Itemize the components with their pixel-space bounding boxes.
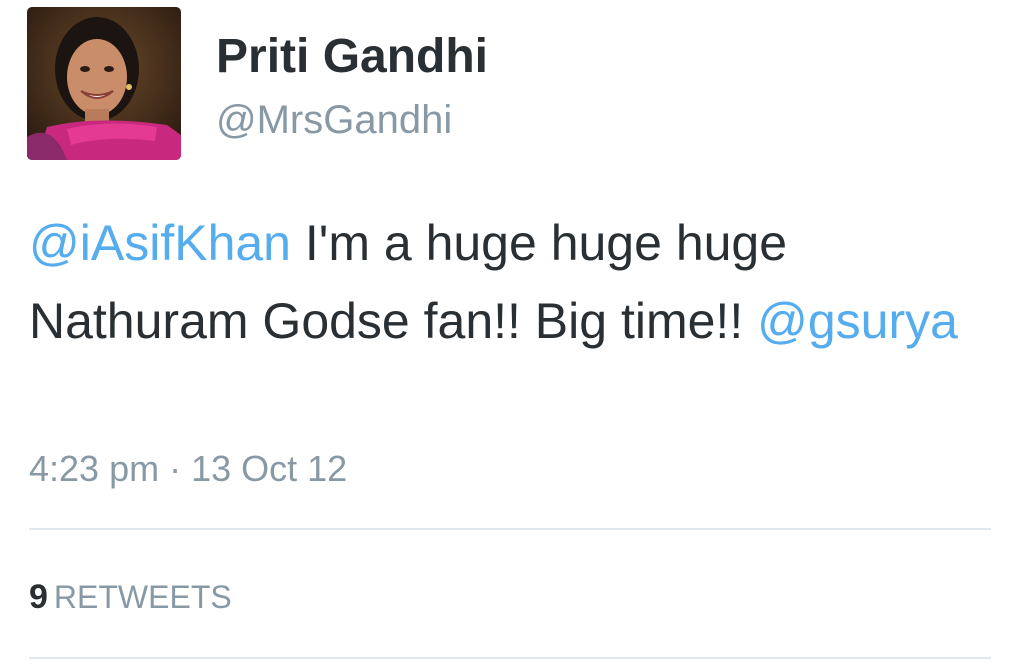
- divider: [29, 528, 991, 530]
- tweet-card: Priti Gandhi @MrsGandhi @iAsifKhan I'm a…: [0, 0, 1024, 670]
- divider: [29, 657, 991, 659]
- timestamp[interactable]: 4:23 pm · 13 Oct 12: [29, 446, 347, 492]
- mention-link[interactable]: @iAsifKhan: [29, 215, 291, 271]
- retweet-label: RETWEETS: [53, 579, 232, 615]
- mention-link[interactable]: @gsurya: [757, 293, 958, 349]
- retweet-count: 9: [29, 578, 48, 616]
- display-name[interactable]: Priti Gandhi: [216, 29, 488, 85]
- avatar[interactable]: [27, 7, 181, 160]
- profile-photo-icon: [27, 7, 181, 160]
- retweet-stats[interactable]: 9 RETWEETS: [29, 575, 232, 626]
- username-handle[interactable]: @MrsGandhi: [216, 94, 452, 146]
- tweet-text: @iAsifKhan I'm a huge huge huge Nathuram…: [29, 204, 989, 360]
